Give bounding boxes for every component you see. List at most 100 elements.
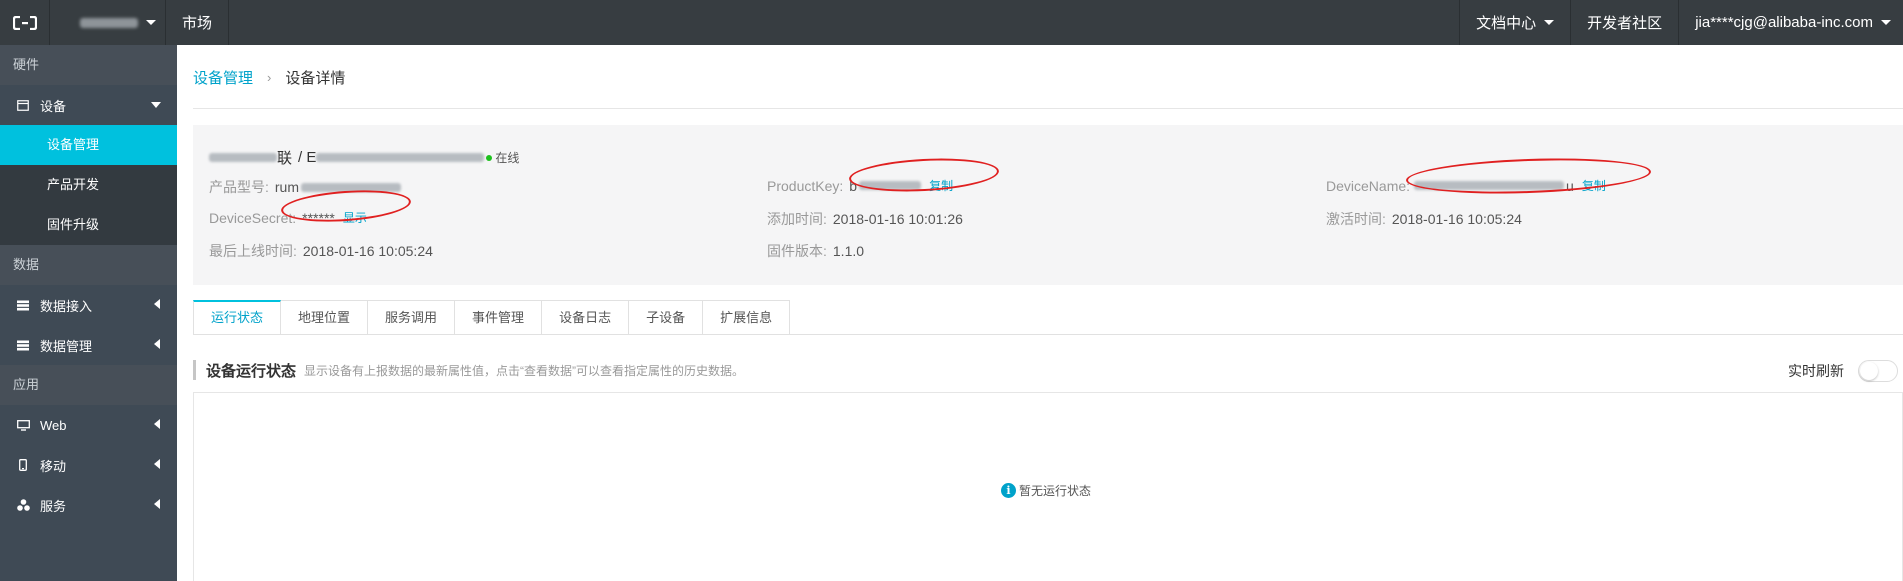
caret-left-icon — [154, 419, 160, 429]
tab-run-status[interactable]: 运行状态 — [193, 300, 282, 335]
sidebar-group-data-manage[interactable]: 数据管理 — [0, 325, 177, 365]
chevron-down-icon — [146, 20, 156, 25]
device-secret-label: DeviceSecret: — [209, 209, 297, 226]
sidebar-section-hardware: 硬件 — [0, 45, 177, 85]
sidebar-item-product-dev[interactable]: 产品开发 — [0, 165, 177, 205]
info-icon: i — [1001, 483, 1016, 498]
caret-left-icon — [154, 299, 160, 309]
field-last-online: 最后上线时间: 2018-01-16 10:05:24 — [209, 241, 433, 261]
caret-left-icon — [154, 459, 160, 469]
sidebar-group-web[interactable]: Web — [0, 405, 177, 445]
realtime-refresh-label: 实时刷新 — [1788, 363, 1844, 379]
chevron-down-icon — [1544, 20, 1555, 25]
sidebar-section-data: 数据 — [0, 245, 177, 285]
org-name-redacted — [80, 17, 138, 28]
device-info-panel: 联 / E 在线 产品型号: rum DeviceSecret: ****** … — [193, 125, 1903, 285]
sidebar-item-device-manage[interactable]: 设备管理 — [0, 125, 177, 165]
device-title-suffix: 联 — [277, 150, 293, 167]
mobile-phone-icon — [16, 458, 30, 472]
caret-left-icon — [154, 499, 160, 509]
server-icon — [16, 338, 30, 352]
tab-extended-info[interactable]: 扩展信息 — [703, 300, 791, 335]
sidebar-group-device[interactable]: 设备 — [0, 85, 177, 125]
copy-device-name-button[interactable]: 复制 — [1582, 177, 1606, 194]
sidebar-item-firmware[interactable]: 固件升级 — [0, 205, 177, 245]
tab-sub-device[interactable]: 子设备 — [629, 300, 704, 335]
status-section-header: 设备运行状态 显示设备有上报数据的最新属性值，点击“查看数据”可以查看指定属性的… — [193, 360, 744, 380]
activated-time-value: 2018-01-16 10:05:24 — [1391, 211, 1522, 227]
sidebar-group-mobile[interactable]: 移动 — [0, 445, 177, 485]
sidebar-group-data-manage-label: 数据管理 — [40, 338, 93, 354]
caret-down-icon — [151, 102, 161, 108]
product-model-label: 产品型号: — [209, 179, 269, 195]
device-name-label: DeviceName: — [1326, 177, 1411, 194]
last-online-value: 2018-01-16 10:05:24 — [302, 243, 433, 259]
device-secret-value: ****** — [302, 209, 335, 226]
status-section-title: 设备运行状态 — [206, 362, 297, 380]
online-status-label: 在线 — [495, 151, 520, 165]
window-icon — [16, 98, 30, 112]
device-name-redacted — [316, 153, 485, 162]
sidebar-group-data-access[interactable]: 数据接入 — [0, 285, 177, 325]
tab-service-call[interactable]: 服务调用 — [368, 300, 456, 335]
product-key-value: b — [849, 177, 858, 194]
community-link[interactable]: 开发者社区 — [1570, 0, 1678, 45]
product-model-redacted — [301, 182, 402, 192]
show-secret-button[interactable]: 显示 — [343, 209, 367, 226]
copy-product-key-button[interactable]: 复制 — [929, 177, 953, 194]
tab-event-manage[interactable]: 事件管理 — [455, 300, 543, 335]
field-device-name: DeviceName: u 复制 — [1326, 177, 1606, 194]
status-section-description: 显示设备有上报数据的最新属性值，点击“查看数据”可以查看指定属性的历史数据。 — [304, 363, 745, 378]
tab-location[interactable]: 地理位置 — [281, 300, 369, 335]
firmware-version-label: 固件版本: — [767, 243, 827, 259]
realtime-refresh: 实时刷新 — [1788, 360, 1898, 382]
product-key-redacted — [859, 181, 922, 190]
market-link[interactable]: 市场 — [166, 0, 230, 45]
docs-menu-label: 文档中心 — [1476, 15, 1537, 32]
user-menu[interactable]: jia****cjg@alibaba-inc.com — [1678, 0, 1903, 45]
device-title: 联 / E 在线 — [209, 147, 519, 168]
sidebar-group-service[interactable]: 服务 — [0, 485, 177, 525]
field-added-time: 添加时间: 2018-01-16 10:01:26 — [767, 209, 963, 229]
top-bar: 市场 文档中心 开发者社区 jia****cjg@alibaba-inc.com — [0, 0, 1903, 45]
device-name-value-redacted — [1414, 181, 1565, 190]
user-email: jia****cjg@alibaba-inc.com — [1695, 14, 1873, 31]
field-product-key: ProductKey: b 复制 — [767, 177, 953, 194]
breadcrumb: 设备管理 › 设备详情 — [193, 67, 345, 88]
aliyun-logo-icon — [12, 15, 37, 30]
monitor-icon — [16, 418, 30, 432]
empty-state-text: 暂无运行状态 — [1019, 484, 1092, 498]
aliyun-logo[interactable] — [0, 0, 50, 45]
sidebar-group-service-label: 服务 — [40, 498, 67, 514]
caret-left-icon — [154, 339, 160, 349]
sidebar-group-data-access-label: 数据接入 — [40, 298, 93, 314]
sidebar-group-web-label: Web — [40, 417, 67, 433]
chevron-down-icon — [1881, 20, 1891, 25]
divider — [193, 334, 1903, 335]
divider — [193, 108, 1903, 109]
docs-menu[interactable]: 文档中心 — [1459, 0, 1570, 45]
field-firmware-version: 固件版本: 1.1.0 — [767, 241, 864, 261]
field-activated-time: 激活时间: 2018-01-16 10:05:24 — [1326, 209, 1522, 229]
tab-device-log[interactable]: 设备日志 — [542, 300, 630, 335]
device-name-value: u — [1566, 177, 1574, 194]
activated-time-label: 激活时间: — [1326, 211, 1386, 227]
main-content: 设备管理 › 设备详情 联 / E 在线 产品型号: rum DeviceSec… — [177, 45, 1903, 581]
online-status-dot-icon — [486, 154, 493, 161]
added-time-label: 添加时间: — [767, 211, 827, 227]
last-online-label: 最后上线时间: — [209, 243, 297, 259]
device-title-separator: / E — [298, 149, 317, 166]
breadcrumb-separator-icon: › — [267, 70, 272, 85]
cubes-icon — [16, 498, 30, 512]
added-time-value: 2018-01-16 10:01:26 — [832, 211, 963, 227]
server-icon — [16, 298, 30, 312]
empty-state: i 暂无运行状态 — [1001, 482, 1091, 499]
product-name-redacted — [209, 153, 277, 162]
realtime-refresh-toggle[interactable] — [1858, 360, 1898, 382]
org-switcher[interactable] — [50, 0, 166, 45]
toggle-knob — [1860, 362, 1878, 380]
sidebar: 硬件 设备 设备管理 产品开发 固件升级 数据 数据接入 数据管理 应用 Web — [0, 45, 177, 581]
product-model-value: rum — [274, 179, 300, 195]
sidebar-group-mobile-label: 移动 — [40, 458, 67, 474]
breadcrumb-device-manage[interactable]: 设备管理 — [193, 67, 253, 88]
